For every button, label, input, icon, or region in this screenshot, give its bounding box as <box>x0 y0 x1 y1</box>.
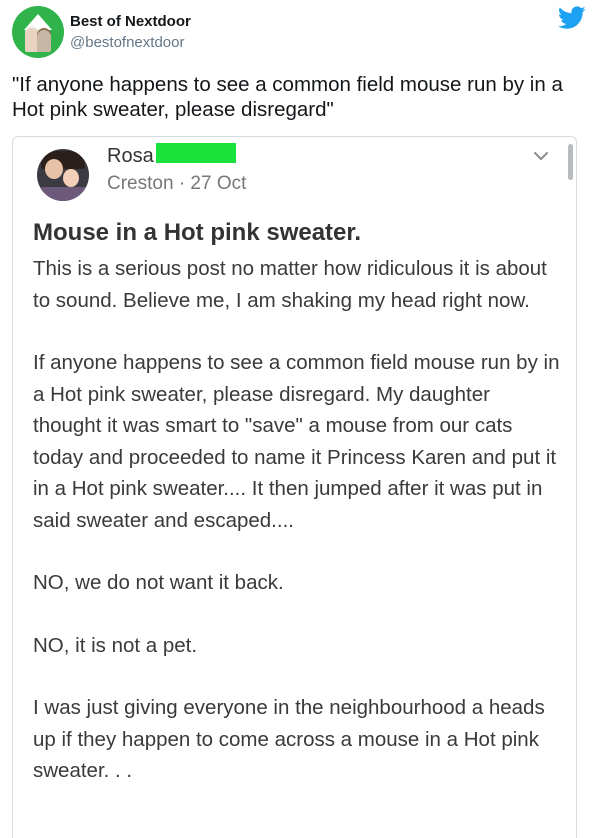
meta-separator: · <box>178 173 186 194</box>
avatar-photo-shirt <box>37 187 89 201</box>
post-meta: Creston · 27 Oct <box>107 173 246 195</box>
twitter-bird-icon[interactable] <box>558 6 586 30</box>
account-avatar[interactable] <box>12 6 64 58</box>
post-author-avatar[interactable] <box>37 149 89 201</box>
nextdoor-post-card: Rosa Creston · 27 Oct Mouse in a Hot pin… <box>12 136 577 838</box>
post-paragraph: I was just giving everyone in the neighb… <box>33 696 545 782</box>
avatar-photo-face <box>63 169 79 187</box>
post-paragraph: This is a serious post no matter how rid… <box>33 257 547 312</box>
tweet-header: Best of Nextdoor @bestofnextdoor <box>12 6 588 62</box>
avatar-figure <box>37 30 51 52</box>
avatar-photo-face <box>45 159 63 179</box>
chevron-down-icon[interactable] <box>532 147 550 165</box>
card-scrollbar[interactable] <box>568 144 573 180</box>
post-date[interactable]: 27 Oct <box>190 173 246 194</box>
name-redaction-bar <box>156 143 236 163</box>
account-handle[interactable]: @bestofnextdoor <box>70 34 184 51</box>
post-body: This is a serious post no matter how rid… <box>33 253 563 818</box>
post-title: Mouse in a Hot pink sweater. <box>33 219 362 246</box>
tweet-text: "If anyone happens to see a common field… <box>12 73 563 121</box>
account-display-name[interactable]: Best of Nextdoor <box>70 13 191 30</box>
post-paragraph: NO, it is not a pet. <box>33 633 198 657</box>
post-paragraph: NO, we do not want it back. <box>33 571 284 594</box>
post-location[interactable]: Creston <box>107 173 174 194</box>
post-author-name[interactable]: Rosa <box>107 145 154 168</box>
post-paragraph: If anyone happens to see a common field … <box>33 351 560 532</box>
